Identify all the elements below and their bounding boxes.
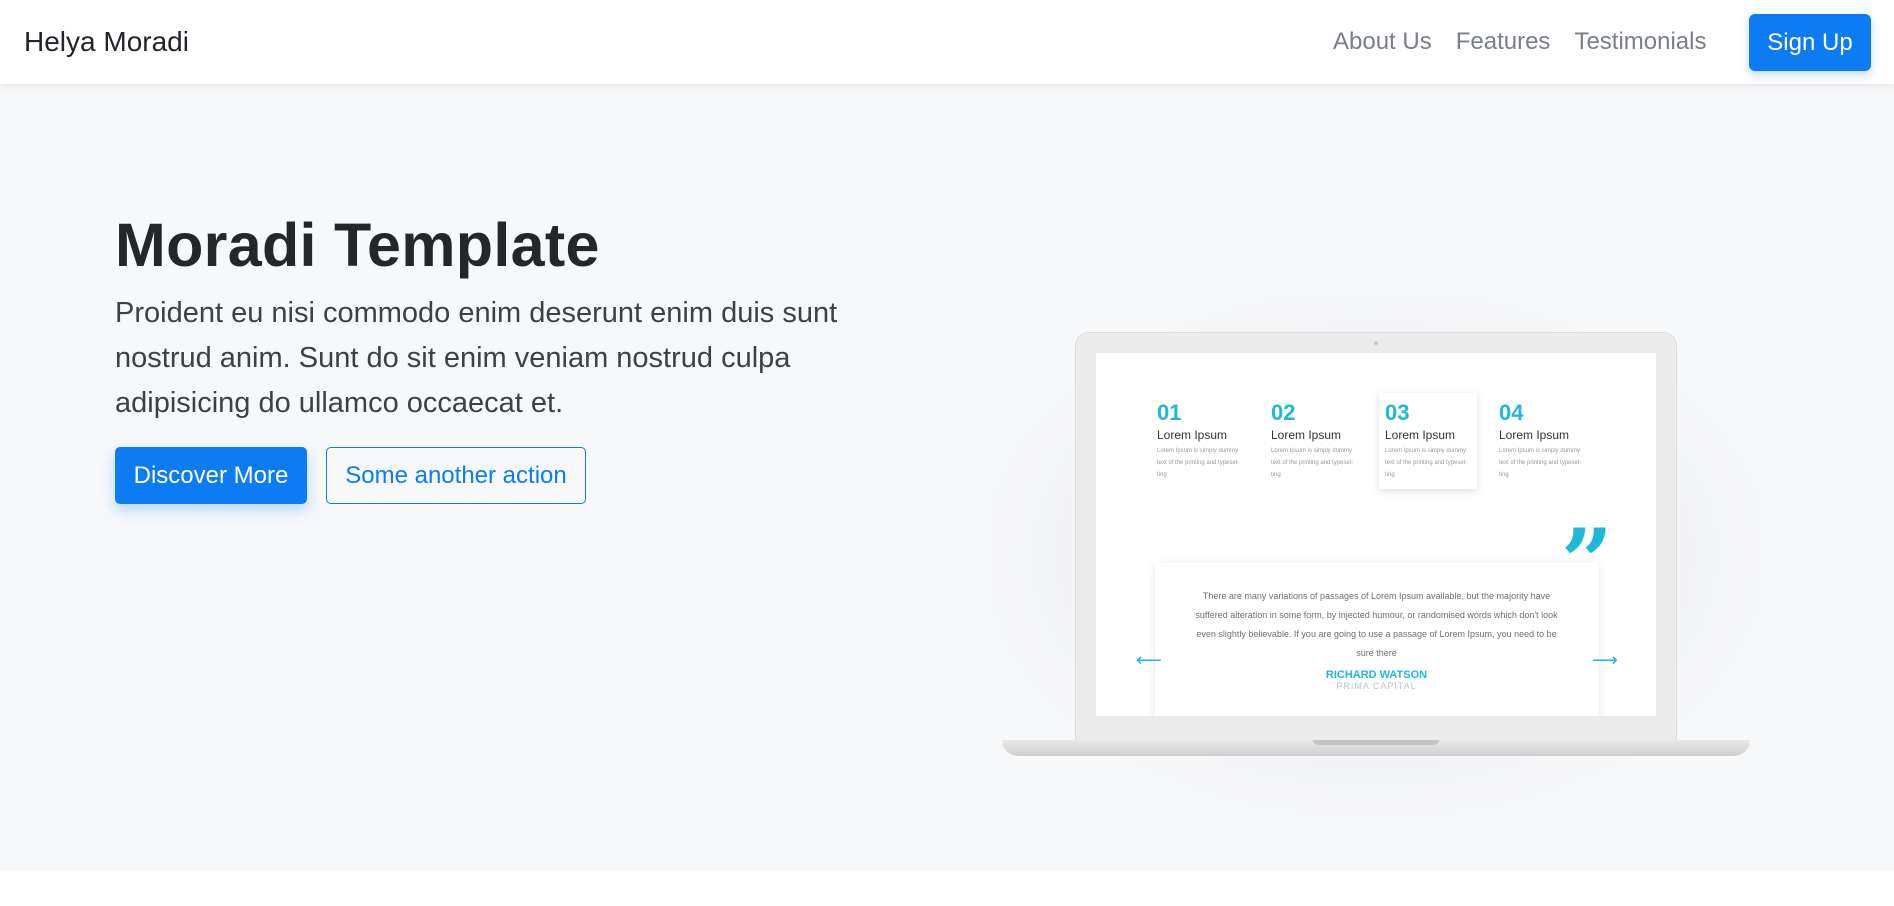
quote-mark-icon: ” xyxy=(1561,509,1613,615)
step-title: Lorem Ipsum xyxy=(1499,428,1570,442)
testimonial-text: There are many variations of passages of… xyxy=(1195,591,1558,658)
step-body: Lorem Ipsum is simply dummy text of the … xyxy=(1385,448,1468,478)
step-body: Lorem Ipsum is simply dummy text of the … xyxy=(1499,448,1582,478)
nav-features[interactable]: Features xyxy=(1456,28,1551,56)
arrow-left-icon[interactable]: ⟵ xyxy=(1136,650,1162,671)
step-body: Lorem Ipsum is simply dummy text of the … xyxy=(1271,448,1354,478)
testimonial-author: RICHARD WATSON xyxy=(1325,669,1428,681)
laptop-screen: 01 Lorem Ipsum Lorem Ipsum is simply dum… xyxy=(1096,353,1656,716)
another-action-button[interactable]: Some another action xyxy=(326,447,586,504)
step-title: Lorem Ipsum xyxy=(1157,428,1228,442)
steps-row: 01 Lorem Ipsum Lorem Ipsum is simply dum… xyxy=(1151,393,1591,489)
testimonial-company: PRIMA CAPITAL xyxy=(1336,681,1417,691)
step-card: 01 Lorem Ipsum Lorem Ipsum is simply dum… xyxy=(1151,393,1249,489)
step-number: 04 xyxy=(1499,400,1524,425)
step-title: Lorem Ipsum xyxy=(1271,428,1342,442)
step-card: 04 Lorem Ipsum Lorem Ipsum is simply dum… xyxy=(1493,393,1591,489)
brand-link[interactable]: Helya Moradi xyxy=(24,26,189,58)
step-body: Lorem Ipsum is simply dummy text of the … xyxy=(1157,448,1240,478)
nav-testimonials[interactable]: Testimonials xyxy=(1574,28,1706,56)
step-number: 03 xyxy=(1385,400,1410,425)
step-card-active: 03 Lorem Ipsum Lorem Ipsum is simply dum… xyxy=(1379,393,1477,489)
sign-up-button[interactable]: Sign Up xyxy=(1749,14,1871,71)
step-number: 02 xyxy=(1271,400,1296,425)
step-title: Lorem Ipsum xyxy=(1385,428,1456,442)
hero-section: Moradi Template Proident eu nisi commodo… xyxy=(0,84,1894,871)
arrow-right-icon[interactable]: ⟶ xyxy=(1592,650,1618,671)
navbar: Helya Moradi About Us Features Testimoni… xyxy=(0,0,1894,84)
laptop-lid: 01 Lorem Ipsum Lorem Ipsum is simply dum… xyxy=(1075,332,1677,742)
laptop-mockup: 01 Lorem Ipsum Lorem Ipsum is simply dum… xyxy=(990,294,1760,814)
nav-links: About Us Features Testimonials xyxy=(1333,28,1730,56)
discover-more-button[interactable]: Discover More xyxy=(115,447,307,504)
hero-title: Moradi Template xyxy=(115,211,600,279)
testimonial-card: There are many variations of passages of… xyxy=(1155,563,1598,716)
laptop-notch xyxy=(1313,740,1439,745)
camera-dot xyxy=(1374,341,1378,345)
step-card: 02 Lorem Ipsum Lorem Ipsum is simply dum… xyxy=(1265,393,1363,489)
nav-about-us[interactable]: About Us xyxy=(1333,28,1432,56)
hero-description: Proident eu nisi commodo enim deserunt e… xyxy=(115,297,838,419)
step-number: 01 xyxy=(1157,400,1182,425)
